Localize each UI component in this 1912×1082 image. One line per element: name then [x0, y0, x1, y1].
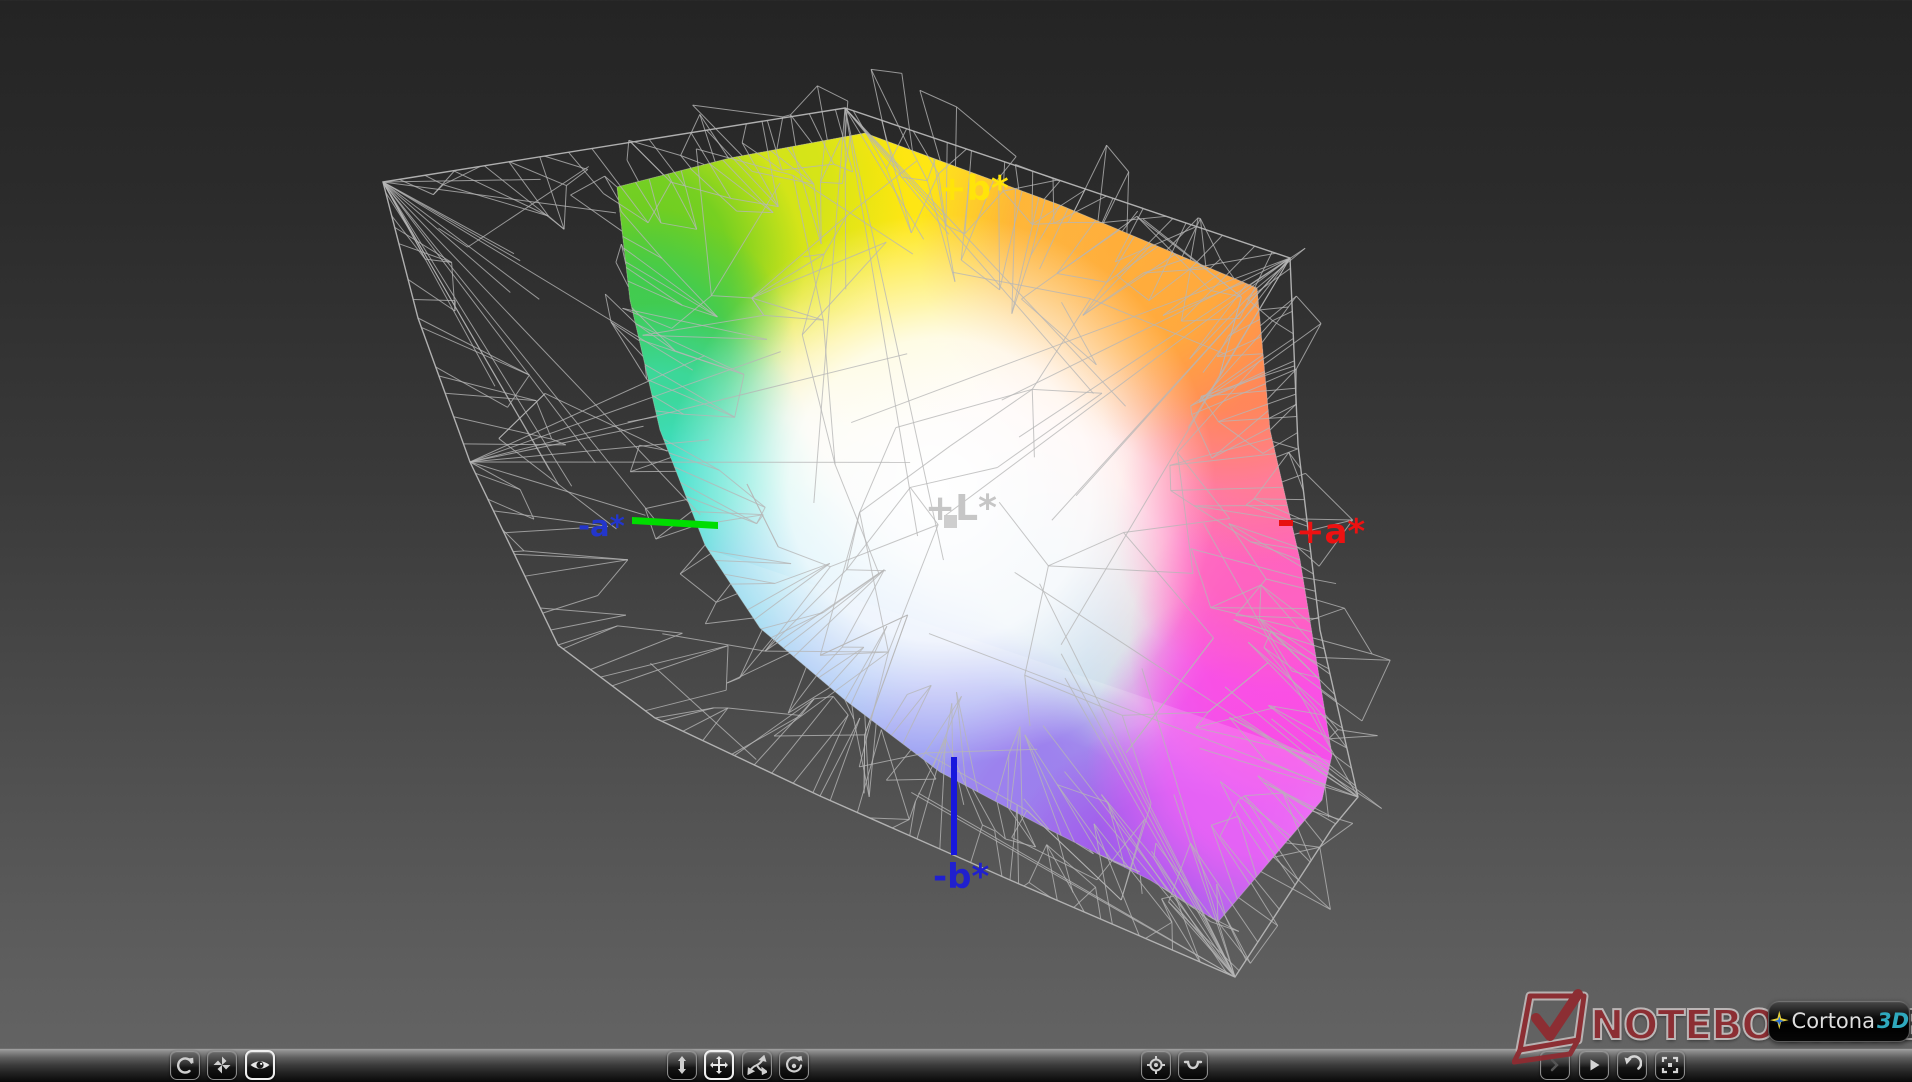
- axis-label-plus-a: +a*: [1296, 512, 1365, 552]
- gamut-3d-viewport[interactable]: +L* +b* -b* +a* -a*: [0, 0, 1912, 1048]
- axis-label-minus-b: -b*: [933, 857, 989, 897]
- pan-move-button[interactable]: [704, 1050, 734, 1080]
- spin-roll-button[interactable]: [779, 1050, 809, 1080]
- three-arrow-rotate-icon: [747, 1055, 767, 1075]
- fullscreen-button[interactable]: [1655, 1050, 1685, 1080]
- play-animation-button[interactable]: [1579, 1050, 1609, 1080]
- rotate-free-button[interactable]: [742, 1050, 772, 1080]
- snapshot-button[interactable]: [1540, 1050, 1570, 1080]
- orbit-rotate-button[interactable]: [170, 1050, 200, 1080]
- target-icon: [1147, 1056, 1165, 1074]
- render-mode-button[interactable]: [207, 1050, 237, 1080]
- orbit-arrow-icon: [176, 1057, 193, 1074]
- undo-view-button[interactable]: [1617, 1050, 1647, 1080]
- cortona3d-badge[interactable]: Cortona 3D: [1768, 1000, 1910, 1042]
- cortona-star-icon: [1769, 1010, 1789, 1030]
- viewer-toolbar: [0, 1048, 1912, 1082]
- gamut-scene: +L* +b* -b* +a* -a*: [382, 68, 1391, 978]
- play-icon: [1590, 1059, 1600, 1071]
- horizon-curve-icon: [1183, 1060, 1203, 1070]
- view-visibility-button[interactable]: [245, 1050, 275, 1080]
- undo-arrow-icon: [1626, 1055, 1642, 1070]
- cortona-brand-text: Cortona: [1791, 1009, 1875, 1033]
- move-vertical-button[interactable]: [667, 1050, 697, 1080]
- cortona-3d-text: 3D: [1876, 1009, 1909, 1033]
- axis-label-plus-L: +L*: [925, 488, 997, 529]
- four-way-arrow-icon: [710, 1056, 728, 1074]
- pinwheel-icon: [213, 1056, 231, 1074]
- chevron-icon: [1550, 1058, 1559, 1072]
- axis-label-minus-a: -a*: [578, 509, 625, 543]
- axis-label-plus-b: +b*: [938, 169, 1009, 209]
- center-view-button[interactable]: [1141, 1050, 1171, 1080]
- fit-horizon-button[interactable]: [1178, 1050, 1208, 1080]
- up-down-arrow-icon: [678, 1056, 686, 1074]
